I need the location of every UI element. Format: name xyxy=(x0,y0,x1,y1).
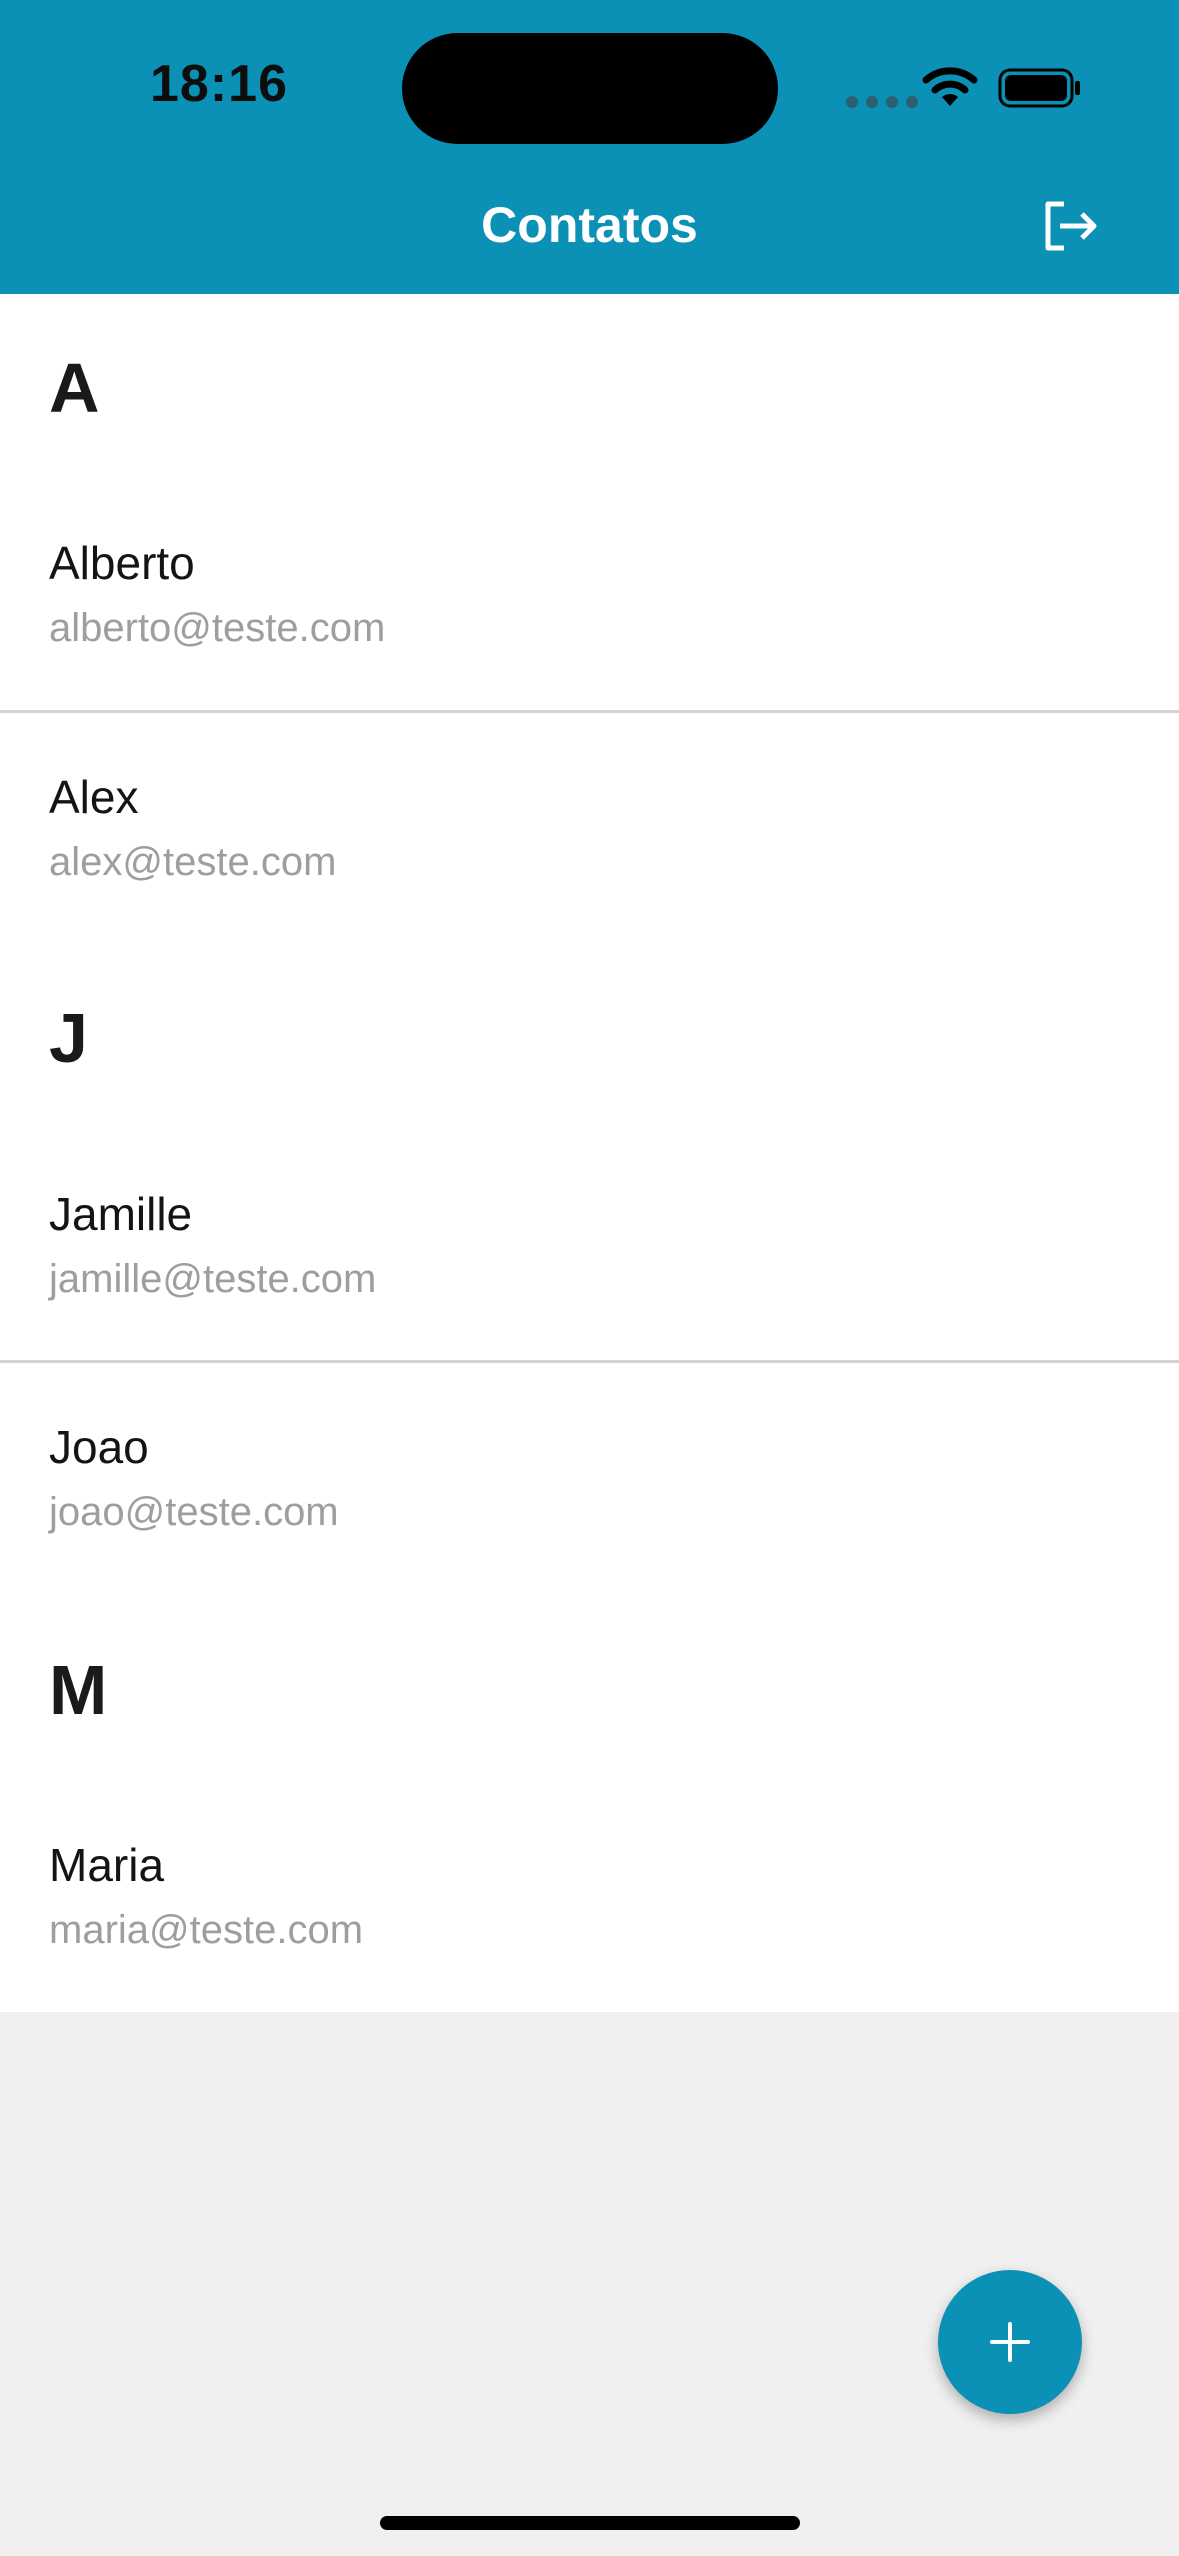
contact-item-maria[interactable]: Maria maria@teste.com xyxy=(0,1838,1179,2068)
logout-icon[interactable] xyxy=(1040,198,1100,254)
wifi-icon xyxy=(922,67,978,106)
section-header-m: M xyxy=(49,1651,108,1729)
status-time: 18:16 xyxy=(150,55,288,113)
contact-name: Alex xyxy=(49,771,139,823)
divider xyxy=(0,710,1179,713)
top-bar: 18:16 Contatos xyxy=(0,0,1179,294)
cellular-signal-icon xyxy=(846,96,918,108)
contact-name: Jamille xyxy=(49,1188,193,1240)
contact-email: alberto@teste.com xyxy=(49,606,386,650)
contact-name: Joao xyxy=(49,1421,149,1473)
battery-icon xyxy=(998,68,1080,108)
contact-name: Alberto xyxy=(49,537,195,589)
contact-email: joao@teste.com xyxy=(49,1490,339,1534)
contact-item-alberto[interactable]: Alberto alberto@teste.com xyxy=(0,536,1179,766)
section-header-j: J xyxy=(49,999,88,1077)
contact-email: jamille@teste.com xyxy=(49,1257,377,1301)
page-title: Contatos xyxy=(481,197,698,253)
contact-email: maria@teste.com xyxy=(49,1908,364,1952)
home-indicator[interactable] xyxy=(380,2516,800,2530)
contact-item-jamille[interactable]: Jamille jamille@teste.com xyxy=(0,1187,1179,1417)
contact-email: alex@teste.com xyxy=(49,840,337,884)
divider xyxy=(0,1360,1179,1363)
plus-icon xyxy=(990,2322,1030,2362)
dynamic-island xyxy=(402,33,778,144)
contact-item-joao[interactable]: Joao joao@teste.com xyxy=(0,1420,1179,1650)
section-header-a: A xyxy=(49,349,100,427)
contacts-list[interactable]: A Alberto alberto@teste.com Alex alex@te… xyxy=(0,294,1179,2012)
contact-name: Maria xyxy=(49,1839,165,1891)
add-contact-button[interactable] xyxy=(938,2270,1082,2414)
contact-item-alex[interactable]: Alex alex@teste.com xyxy=(0,770,1179,1000)
